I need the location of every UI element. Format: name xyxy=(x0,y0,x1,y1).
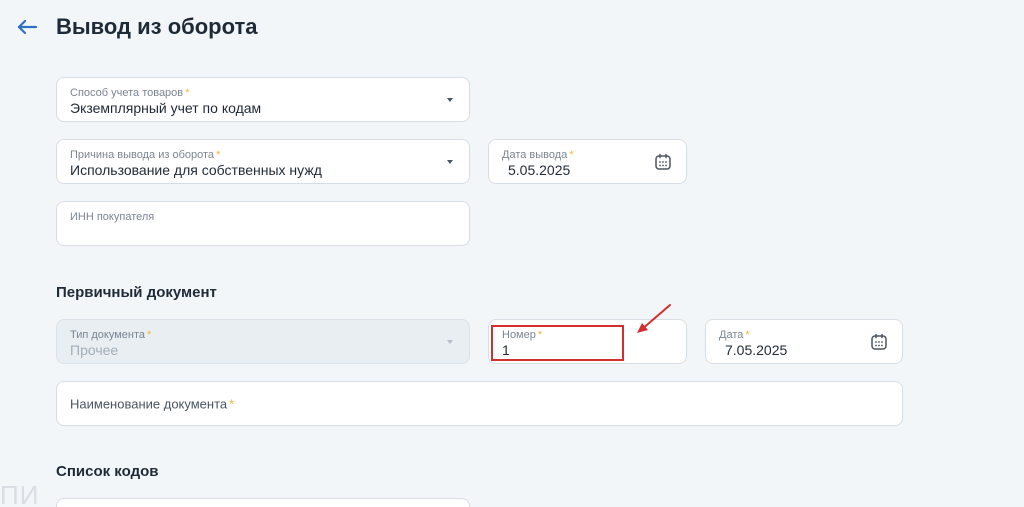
back-arrow-icon[interactable] xyxy=(14,14,40,40)
withdrawal-reason-select[interactable]: Причина вывода из оборота * Использование… xyxy=(56,139,470,184)
annotation-highlight-box xyxy=(491,325,624,361)
field-value: Экземплярный учет по кодам xyxy=(70,100,262,116)
field-value: Прочее xyxy=(70,342,119,358)
section-title-codes-list: Список кодов xyxy=(56,463,159,480)
document-type-select: Тип документа * Прочее xyxy=(56,319,470,364)
field-value: 5.05.2025 xyxy=(508,162,571,178)
calendar-icon[interactable] xyxy=(654,153,672,171)
page: Вывод из оборота Способ учета товаров * Э… xyxy=(0,0,1024,507)
document-name-field[interactable]: Наименование документа * xyxy=(56,381,903,426)
annotation-arrow-icon xyxy=(637,304,671,333)
buyer-inn-field[interactable]: ИНН покупателя xyxy=(56,201,470,246)
accounting-method-select[interactable]: Способ учета товаров * Экземплярный учет … xyxy=(56,77,470,122)
field-label: Причина вывода из оборота * xyxy=(70,149,221,161)
codes-list-field[interactable] xyxy=(56,498,470,507)
field-label: Дата вывода * xyxy=(502,149,574,161)
page-title: Вывод из оборота xyxy=(56,14,258,39)
calendar-icon[interactable] xyxy=(870,333,888,351)
withdrawal-date-field[interactable]: Дата вывода * 5.05.2025 xyxy=(488,139,687,184)
field-label: ИНН покупателя xyxy=(70,211,155,223)
watermark: ПИ xyxy=(0,480,40,507)
field-label: Наименование документа * xyxy=(70,396,235,411)
chevron-down-icon xyxy=(447,97,453,102)
field-value: Использование для собственных нужд xyxy=(70,162,322,178)
field-label: Дата * xyxy=(719,329,750,341)
field-value: 7.05.2025 xyxy=(725,342,788,358)
chevron-down-icon xyxy=(447,159,453,164)
document-date-field[interactable]: Дата * 7.05.2025 xyxy=(705,319,903,364)
field-label: Способ учета товаров * xyxy=(70,87,190,99)
chevron-down-icon xyxy=(447,339,453,344)
field-label: Тип документа * xyxy=(70,329,152,341)
section-title-primary-document: Первичный документ xyxy=(56,284,217,301)
